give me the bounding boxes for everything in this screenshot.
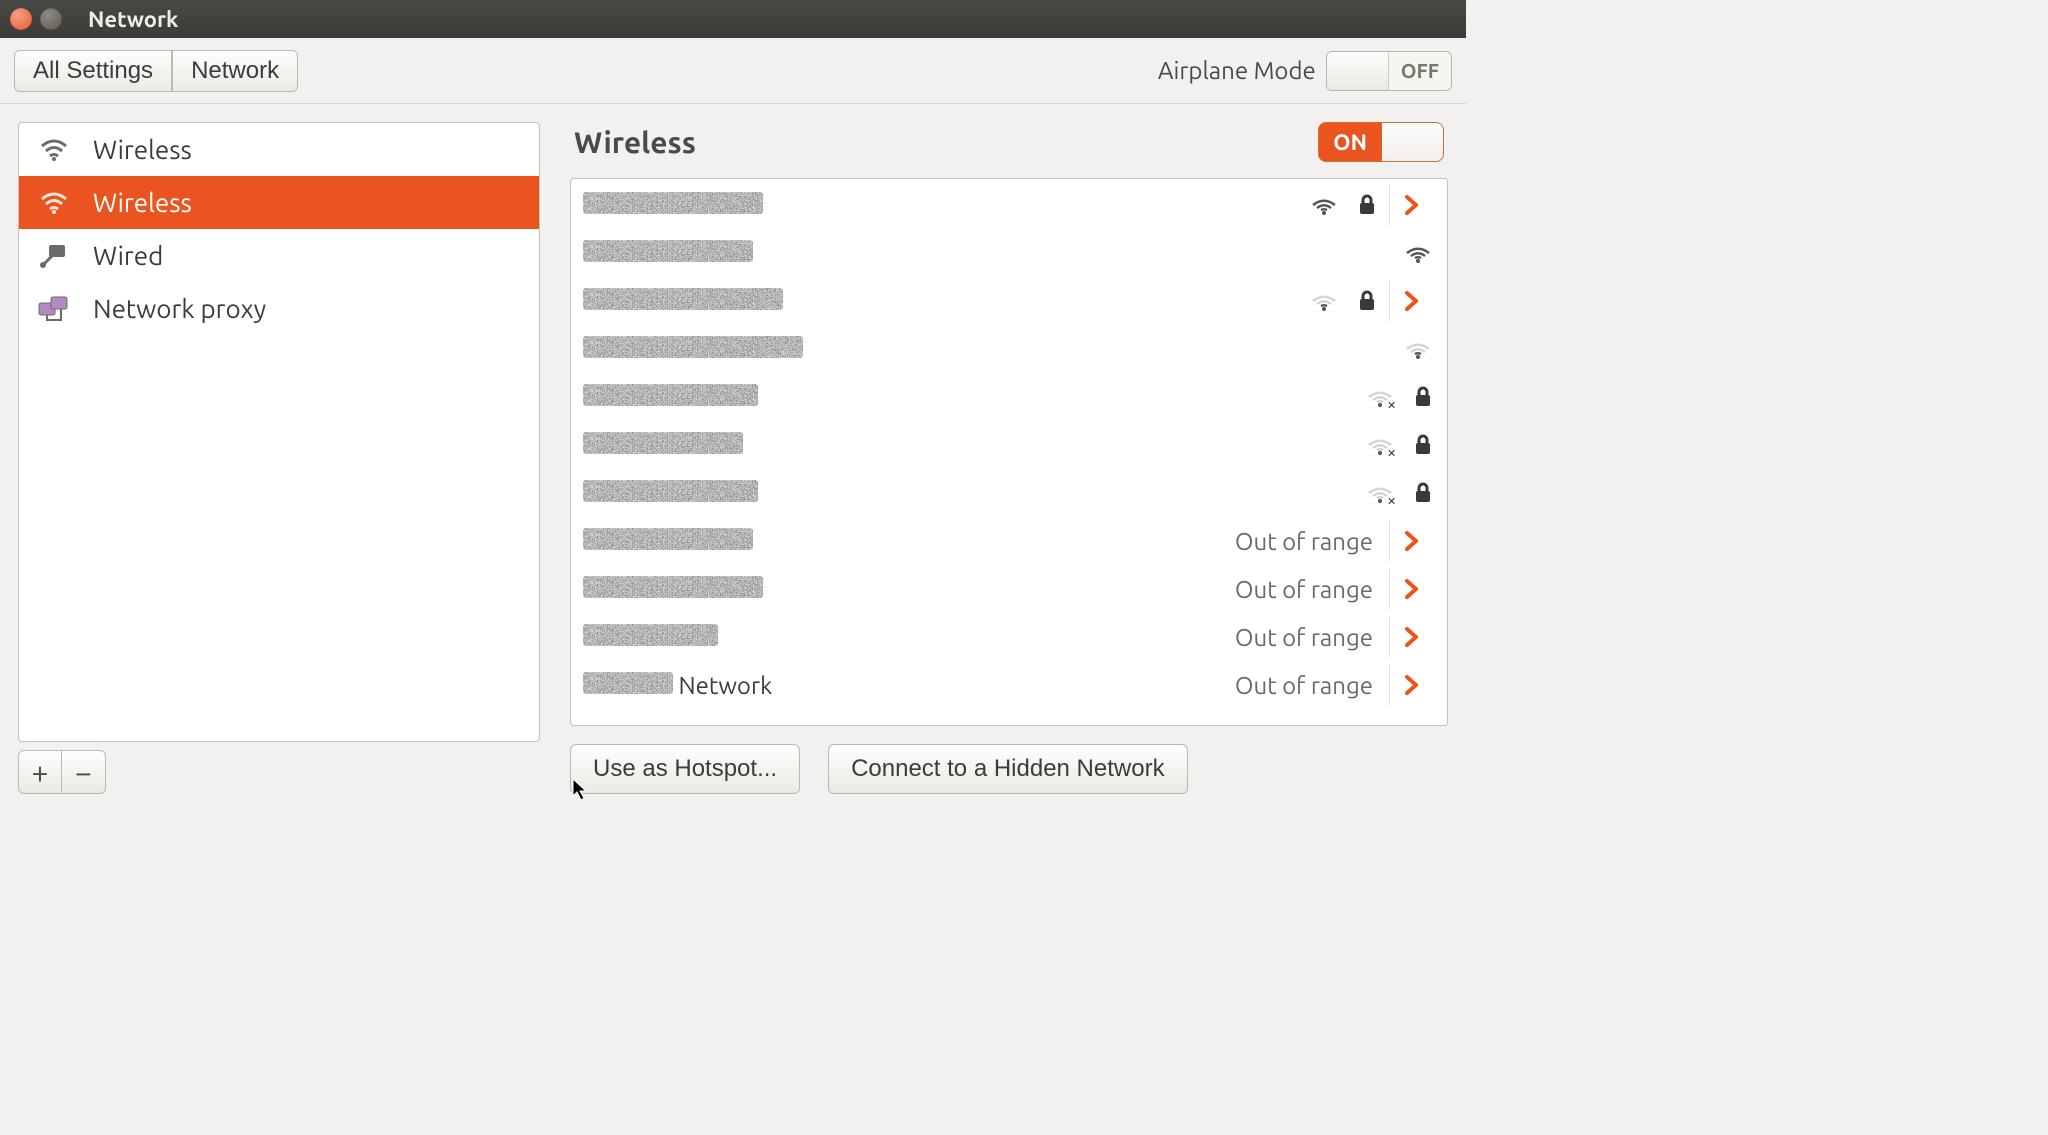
network-status-icons (1403, 337, 1433, 361)
wifi-signal-icon (1309, 289, 1339, 313)
network-status-icons: ✕ (1365, 385, 1433, 409)
wireless-state: ON (1319, 130, 1381, 155)
sidebar-item-wireless[interactable]: Wireless (19, 123, 539, 176)
network-ssid (581, 528, 1235, 555)
titlebar: Network (0, 0, 1466, 38)
sidebar-footer: + − (18, 750, 540, 794)
wireless-network-list[interactable]: ✕ ✕ ✕ Out of range Out of range Out of r… (570, 178, 1448, 726)
toggle-knob (1381, 123, 1443, 161)
network-ssid (581, 384, 1365, 411)
network-status-icons (1309, 289, 1377, 313)
network-row[interactable]: ✕ (571, 469, 1447, 517)
ethernet-icon (37, 243, 71, 269)
sidebar-item-network-proxy[interactable]: Network proxy (19, 282, 539, 335)
window-title: Network (88, 7, 178, 32)
network-ssid (581, 240, 1403, 267)
network-row[interactable]: ✕ (571, 421, 1447, 469)
add-connection-button[interactable]: + (18, 750, 62, 794)
lock-icon (1357, 290, 1377, 312)
network-status-icons (1403, 241, 1433, 265)
network-row[interactable] (571, 325, 1447, 373)
chevron-right-icon[interactable] (1404, 290, 1420, 312)
toolbar: All Settings Network Airplane Mode OFF (0, 38, 1466, 104)
content-area: Wireless Wireless Wired Network proxy + … (0, 104, 1466, 812)
connect-hidden-network-button[interactable]: Connect to a Hidden Network (828, 744, 1188, 794)
toggle-knob (1327, 52, 1389, 90)
svg-text:✕: ✕ (1387, 448, 1395, 457)
connection-type-sidebar: Wireless Wireless Wired Network proxy (18, 122, 540, 742)
remove-connection-button[interactable]: − (62, 750, 106, 794)
wifi-icon (37, 191, 71, 215)
network-ssid (581, 432, 1365, 459)
network-status-icons: Out of range (1235, 624, 1377, 651)
network-status-icons: ✕ (1365, 433, 1433, 457)
network-ssid (581, 288, 1309, 315)
wifi-signal-icon (1403, 337, 1433, 361)
wifi-signal-icon: ✕ (1365, 481, 1395, 505)
svg-text:✕: ✕ (1387, 400, 1395, 409)
breadcrumb: All Settings Network (14, 50, 298, 92)
all-settings-button[interactable]: All Settings (14, 50, 172, 92)
sidebar-item-wired[interactable]: Wired (19, 229, 539, 282)
network-status-icons (1309, 193, 1377, 217)
network-ssid (581, 576, 1235, 603)
network-settings-window: Network All Settings Network Airplane Mo… (0, 0, 1466, 812)
wifi-signal-icon (1403, 241, 1433, 265)
lock-icon (1413, 386, 1433, 408)
network-ssid (581, 336, 1403, 363)
chevron-right-icon[interactable] (1404, 530, 1420, 552)
airplane-mode-toggle[interactable]: OFF (1326, 51, 1452, 91)
network-row[interactable]: ✕ (571, 373, 1447, 421)
chevron-right-icon[interactable] (1404, 626, 1420, 648)
chevron-right-icon[interactable] (1404, 578, 1420, 600)
wifi-icon (37, 138, 71, 162)
network-breadcrumb-button[interactable]: Network (172, 50, 298, 92)
network-row[interactable] (571, 229, 1447, 277)
lock-icon (1413, 482, 1433, 504)
chevron-right-icon[interactable] (1404, 674, 1420, 696)
lock-icon (1413, 434, 1433, 456)
svg-text:✕: ✕ (1387, 496, 1395, 505)
network-row[interactable] (571, 277, 1447, 325)
detail-panel: Wireless ON ✕ ✕ ✕ Ou (570, 122, 1448, 794)
network-status-icons: Out of range (1235, 528, 1377, 555)
airplane-mode-state: OFF (1389, 59, 1451, 82)
network-ssid (581, 192, 1309, 219)
wifi-signal-icon: ✕ (1365, 385, 1395, 409)
bottom-actions: Use as Hotspot... Connect to a Hidden Ne… (570, 726, 1448, 794)
network-ssid (581, 480, 1365, 507)
sidebar-item-label: Network proxy (93, 294, 266, 323)
network-row[interactable] (571, 181, 1447, 229)
network-ssid: Network (581, 672, 1235, 699)
proxy-icon (37, 295, 71, 323)
sidebar-item-label: Wireless (93, 188, 192, 217)
network-status-icons: ✕ (1365, 481, 1433, 505)
lock-icon (1357, 194, 1377, 216)
use-as-hotspot-button[interactable]: Use as Hotspot... (570, 744, 800, 794)
close-icon[interactable] (10, 8, 32, 30)
sidebar-item-label: Wired (93, 241, 163, 270)
network-ssid (581, 624, 1235, 651)
out-of-range-label: Out of range (1235, 672, 1373, 699)
wireless-enable-toggle[interactable]: ON (1318, 122, 1444, 162)
network-row[interactable]: Out of range (571, 613, 1447, 661)
sidebar-item-label: Wireless (93, 135, 192, 164)
wifi-signal-icon (1309, 193, 1339, 217)
minimize-icon[interactable] (40, 8, 62, 30)
panel-title: Wireless (574, 125, 696, 159)
out-of-range-label: Out of range (1235, 576, 1373, 603)
network-status-icons: Out of range (1235, 576, 1377, 603)
out-of-range-label: Out of range (1235, 624, 1373, 651)
sidebar-item-wireless[interactable]: Wireless (19, 176, 539, 229)
network-row[interactable]: Out of range (571, 565, 1447, 613)
wifi-signal-icon: ✕ (1365, 433, 1395, 457)
network-row[interactable]: Out of range (571, 517, 1447, 565)
out-of-range-label: Out of range (1235, 528, 1373, 555)
panel-header: Wireless ON (570, 122, 1448, 178)
airplane-mode-label: Airplane Mode (1158, 57, 1316, 84)
chevron-right-icon[interactable] (1404, 194, 1420, 216)
network-status-icons: Out of range (1235, 672, 1377, 699)
sidebar-column: Wireless Wireless Wired Network proxy + … (18, 122, 540, 794)
network-row[interactable]: NetworkOut of range (571, 661, 1447, 709)
